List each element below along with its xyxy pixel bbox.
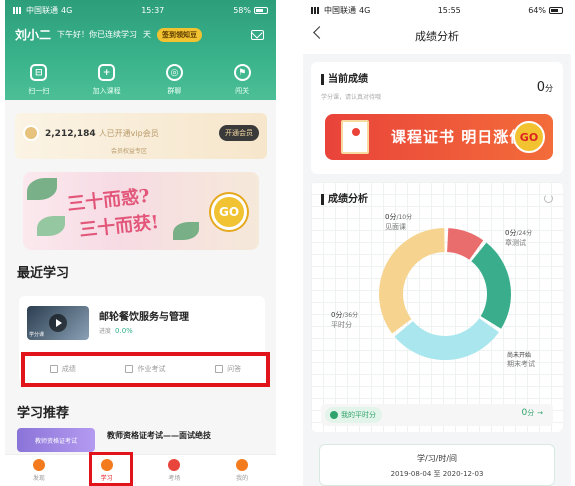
current-score-value: 0分 xyxy=(536,80,553,95)
donut-slice xyxy=(471,242,511,329)
score-donut-chart xyxy=(379,228,511,360)
certificate-banner-text: 课程证书 明日涨价 xyxy=(391,128,526,146)
study-tab-highlight xyxy=(89,452,133,486)
certificate-go-button[interactable]: GO xyxy=(513,121,545,153)
course-actions-highlight: 成绩 作业考试 问答 xyxy=(21,352,270,387)
exam-icon xyxy=(125,365,134,373)
current-score-heading: 当前成绩 xyxy=(321,74,368,85)
quick-add-course[interactable]: + 加入课程 xyxy=(82,64,132,96)
vip-count: 2,212,184 xyxy=(45,129,96,139)
course-title[interactable]: 邮轮餐饮服务与管理 xyxy=(99,308,189,323)
certificate-banner[interactable]: 课程证书 明日涨价 GO xyxy=(325,114,553,160)
greeting-row: 刘小二 下午好！你已连续学习 天 签到领知豆 xyxy=(15,26,203,43)
signal-icon xyxy=(13,6,23,14)
learning-home-screen: 中国联通 4G 15:37 58% 刘小二 下午好！你已连续学习 天 签到领知豆 … xyxy=(5,0,276,486)
donut-slice xyxy=(394,318,499,360)
bottom-tab-bar: 发现 学习 考场 我的 xyxy=(5,454,276,486)
analysis-heading: 成绩分析 xyxy=(321,194,368,205)
score-analysis-card: 成绩分析 0分/10分 见面课 0分/24分 章测试 0分/36分 平时分 尚未… xyxy=(311,182,563,432)
home-header: 中国联通 4G 15:37 58% 刘小二 下午好！你已连续学习 天 签到领知豆 … xyxy=(5,0,276,100)
promo-banner[interactable]: 三十而惑? 三十而获! GO xyxy=(23,172,259,250)
donut-slice xyxy=(379,228,445,334)
scan-icon: ⊟ xyxy=(30,64,48,81)
grade-analysis-screen: 中国联通 4G 15:55 64% 成绩分析 当前成绩 学分课，请认真对待哦 0分… xyxy=(303,0,571,486)
tab-exam-room[interactable]: 考场 xyxy=(154,459,194,482)
quick-actions: ⊟ 扫一扫 + 加入课程 ◎ 群聊 ⚑ 闯关 xyxy=(5,64,276,96)
signal-icon xyxy=(311,6,321,14)
tab-discover[interactable]: 发现 xyxy=(19,459,59,482)
quick-scan[interactable]: ⊟ 扫一扫 xyxy=(14,64,64,96)
grade-button[interactable]: 成绩 xyxy=(49,364,76,374)
tab-mine[interactable]: 我的 xyxy=(222,459,262,482)
status-bar: 中国联通 4G 15:37 58% xyxy=(5,0,276,20)
course-thumbnail[interactable]: 学分课 xyxy=(27,306,89,340)
recommend-badge: 教师资格证考试 xyxy=(17,428,95,452)
label-final-exam: 尚未开始 期末考试 xyxy=(507,352,535,368)
grade-icon xyxy=(49,365,58,373)
exam-room-icon xyxy=(168,459,181,471)
page-header: 中国联通 4G 15:55 64% 成绩分析 xyxy=(303,0,571,54)
qa-button[interactable]: 问答 xyxy=(215,364,241,374)
label-meeting: 0分/10分 见面课 xyxy=(385,213,413,231)
battery-icon xyxy=(548,6,563,14)
exam-button[interactable]: 作业考试 xyxy=(125,364,165,374)
study-time-range: 2019-08-04 至 2020-12-03 xyxy=(390,470,484,478)
leaf-decoration xyxy=(37,216,65,236)
status-time: 15:55 xyxy=(437,5,461,15)
status-time: 15:37 xyxy=(141,5,165,15)
study-time-card: 学/习/时/间 2019-08-04 至 2020-12-03 xyxy=(319,444,555,486)
my-regular-score-value: 0分 → xyxy=(521,408,543,418)
label-chapter-test: 0分/24分 章测试 xyxy=(505,229,533,247)
page-title: 成绩分析 xyxy=(415,30,459,43)
quick-challenge[interactable]: ⚑ 闯关 xyxy=(217,64,267,96)
label-regular: 0分/36分 平时分 xyxy=(331,311,359,329)
recent-study-title: 最近学习 xyxy=(17,266,70,281)
my-regular-score-label: 我的平时分 xyxy=(325,407,382,423)
user-name: 刘小二 xyxy=(15,28,52,42)
recommend-title-text[interactable]: 教师资格证考试——面试绝技 xyxy=(107,430,211,441)
quick-chat[interactable]: ◎ 群聊 xyxy=(149,64,199,96)
qa-icon xyxy=(215,365,224,373)
greeting-text: 下午好！你已连续学习 xyxy=(57,30,138,39)
streak-days: 天 xyxy=(143,30,152,39)
message-icon[interactable] xyxy=(251,30,264,40)
leaf-decoration xyxy=(173,222,199,240)
chat-icon: ◎ xyxy=(165,64,183,81)
vip-sub[interactable]: 会员权益专区 xyxy=(111,146,147,155)
course-progress: 进度 0.0% xyxy=(99,327,133,335)
avatar xyxy=(23,125,39,141)
refresh-icon[interactable] xyxy=(544,194,553,203)
discover-icon xyxy=(32,459,45,471)
vip-promo[interactable]: 2,212,184 人已开通vip会员 会员权益专区 开通会员 xyxy=(15,113,267,159)
open-vip-button[interactable]: 开通会员 xyxy=(219,125,259,141)
certificate-icon xyxy=(341,120,369,154)
status-bar: 中国联通 4G 15:55 64% xyxy=(303,0,571,20)
leaf-decoration xyxy=(27,178,57,200)
add-course-icon: + xyxy=(98,64,116,81)
my-regular-score[interactable]: 我的平时分 0分 → xyxy=(321,404,553,426)
banner-go-button[interactable]: GO xyxy=(211,194,247,230)
study-time-label: 学/习/时/间 xyxy=(416,454,458,463)
course-actions: 成绩 作业考试 问答 xyxy=(25,364,266,374)
recommend-title: 学习推荐 xyxy=(17,406,70,421)
current-score-card: 当前成绩 学分课，请认真对待哦 0分 课程证书 明日涨价 GO xyxy=(311,62,563,174)
battery-icon xyxy=(253,6,268,14)
play-icon[interactable] xyxy=(49,314,67,332)
vip-text: 人已开通vip会员 xyxy=(98,129,159,138)
sign-in-button[interactable]: 签到领知豆 xyxy=(157,27,203,42)
challenge-icon: ⚑ xyxy=(233,64,251,81)
mine-icon xyxy=(236,459,249,471)
current-score-sub: 学分课，请认真对待哦 xyxy=(321,94,382,101)
